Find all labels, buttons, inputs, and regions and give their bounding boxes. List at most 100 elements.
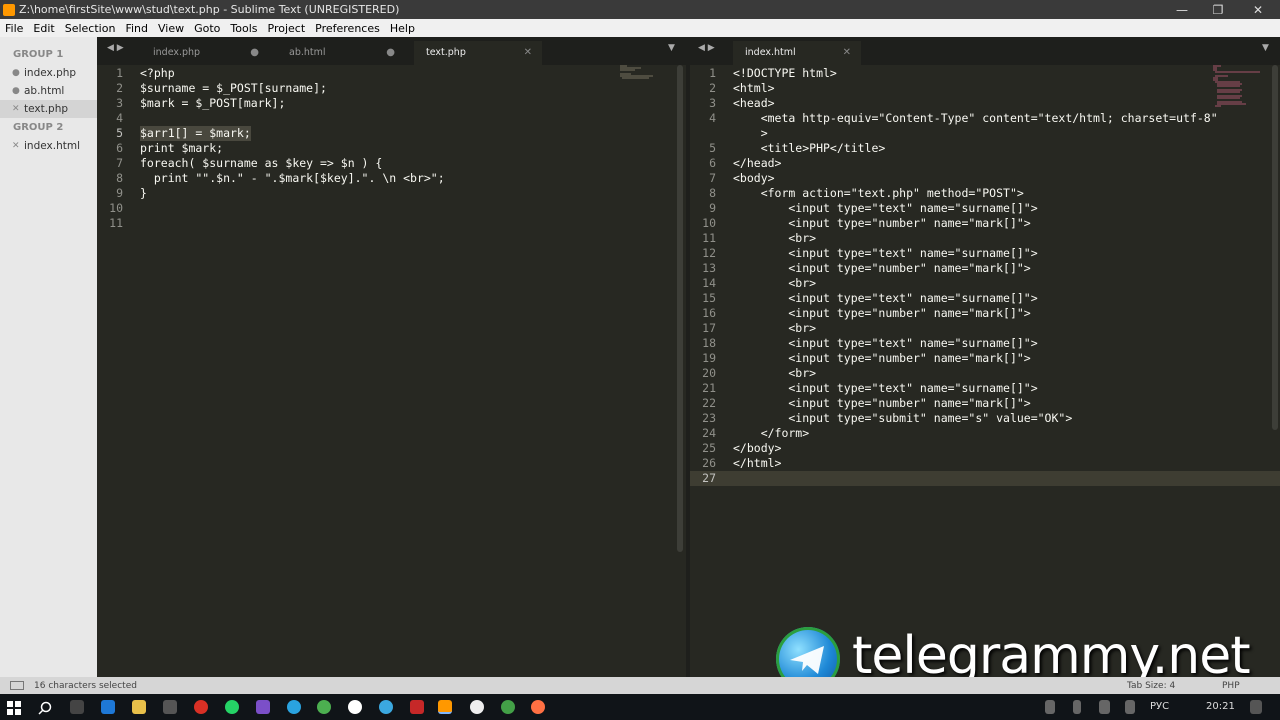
menu-selection[interactable]: Selection <box>60 22 121 35</box>
taskbar: РУС 20:21 <box>0 694 1280 720</box>
right-minimap[interactable] <box>1212 65 1262 109</box>
battery-icon[interactable] <box>1073 700 1081 714</box>
code-line: 17 <br> <box>702 321 817 335</box>
code-line: 6 </head> <box>709 156 782 170</box>
network-icon[interactable] <box>1099 700 1110 714</box>
code-line: 8 print "".$n." - ".$mark[$key].". \n <b… <box>116 171 445 185</box>
file-explorer-icon[interactable] <box>132 700 146 714</box>
group-2-header: GROUP 2 <box>13 122 64 133</box>
minimize-button[interactable]: — <box>1164 0 1200 19</box>
close-icon[interactable]: ✕ <box>843 41 851 65</box>
right-tab-bar: ◀ ▶ index.html ✕ ▼ <box>690 37 1280 65</box>
tab-list-dropdown-icon[interactable]: ▼ <box>1262 43 1269 53</box>
close-button[interactable]: ✕ <box>1240 0 1276 19</box>
tab-label: index.php <box>153 47 201 58</box>
sublime-taskbar-icon[interactable] <box>438 700 452 714</box>
status-bar: 16 characters selected Tab Size: 4 PHP <box>0 677 1280 694</box>
menu-find[interactable]: Find <box>120 22 153 35</box>
code-line: 1 <!DOCTYPE html> <box>709 66 837 80</box>
yandex-icon[interactable] <box>348 700 362 714</box>
menu-preferences[interactable]: Preferences <box>310 22 385 35</box>
console-toggle-icon[interactable] <box>10 681 24 690</box>
tab-text-php[interactable]: text.php ✕ <box>414 41 542 65</box>
skype-icon[interactable] <box>379 700 393 714</box>
utorrent-icon[interactable] <box>501 700 515 714</box>
sidebar-item-ab-html[interactable]: ● ab.html <box>0 82 97 100</box>
code-line-wrapped: > <box>733 126 768 140</box>
code-line: 9 <input type="text" name="surname[]"> <box>709 201 1038 215</box>
menu-project[interactable]: Project <box>263 22 311 35</box>
tab-nav-arrows[interactable]: ◀ ▶ <box>698 43 715 53</box>
visual-studio-icon[interactable] <box>256 700 270 714</box>
left-editor-pane[interactable]: 1 <?php 2 $surname = $_POST[surname]; 3 $ma… <box>97 65 686 677</box>
code-line-selected: 5 $arr1[] = $mark; <box>116 126 251 141</box>
telegram-icon[interactable] <box>287 700 301 714</box>
store-icon[interactable] <box>163 700 177 714</box>
sidebar-item-text-php[interactable]: ✕ text.php <box>0 100 97 118</box>
search-icon[interactable] <box>38 700 52 715</box>
tab-list-dropdown-icon[interactable]: ▼ <box>668 43 675 53</box>
code-line: 10 <input type="number" name="mark[]"> <box>702 216 1031 230</box>
right-scrollbar[interactable] <box>1272 65 1278 430</box>
dirty-dot-icon[interactable]: ● <box>250 41 259 65</box>
sidebar-item-label: index.html <box>24 140 80 152</box>
clock[interactable]: 20:21 <box>1206 694 1235 720</box>
chrome-icon[interactable] <box>317 700 331 714</box>
input-language[interactable]: РУС <box>1150 694 1169 720</box>
menu-tools[interactable]: Tools <box>225 22 262 35</box>
close-icon[interactable]: ✕ <box>12 100 20 118</box>
cloud-icon[interactable] <box>470 700 484 714</box>
windows-start-icon[interactable] <box>7 700 21 715</box>
left-minimap[interactable] <box>619 65 657 79</box>
tab-nav-arrows[interactable]: ◀ ▶ <box>107 43 124 53</box>
code-line: 18 <input type="text" name="surname[]"> <box>702 336 1038 350</box>
edge-icon[interactable] <box>101 700 115 714</box>
menu-goto[interactable]: Goto <box>189 22 225 35</box>
close-icon[interactable]: ✕ <box>12 137 20 155</box>
close-icon[interactable]: ✕ <box>524 41 532 65</box>
code-line: 3 $mark = $_POST[mark]; <box>116 96 286 110</box>
left-scrollbar[interactable] <box>677 65 683 552</box>
whatsapp-icon[interactable] <box>225 700 239 714</box>
speaker-icon[interactable] <box>1045 700 1055 714</box>
sidebar-item-label: text.php <box>24 103 69 115</box>
sidebar-item-index-php[interactable]: ● index.php <box>0 64 97 82</box>
code-line: 26 </html> <box>702 456 782 470</box>
notification-icon[interactable] <box>1125 700 1135 714</box>
dirty-dot-icon: ● <box>12 86 20 96</box>
tab-index-php[interactable]: index.php ● <box>141 41 269 65</box>
sidebar-item-label: index.php <box>24 67 77 79</box>
restore-button[interactable]: ❐ <box>1200 0 1236 19</box>
code-line: 7 <body> <box>709 171 775 185</box>
code-line: 2 $surname = $_POST[surname]; <box>116 81 327 95</box>
sidebar-item-index-html[interactable]: ✕ index.html <box>0 137 97 155</box>
code-line: 4 <box>116 111 123 125</box>
title-bar: Z:\home\firstSite\www\stud\text.php - Su… <box>0 0 1280 19</box>
code-line: 6 print $mark; <box>116 141 224 155</box>
dirty-dot-icon: ● <box>12 68 20 78</box>
tab-index-html[interactable]: index.html ✕ <box>733 41 861 65</box>
tab-size-status[interactable]: Tab Size: 4 <box>1127 681 1175 691</box>
menu-bar: File Edit Selection Find View Goto Tools… <box>0 19 1280 37</box>
task-view-icon[interactable] <box>70 700 84 714</box>
dirty-dot-icon[interactable]: ● <box>386 41 395 65</box>
code-line-current: 27 <box>690 471 1280 486</box>
action-center-icon[interactable] <box>1250 700 1262 714</box>
code-line: 22 <input type="number" name="mark[]"> <box>702 396 1031 410</box>
sidebar: GROUP 1 ● index.php ● ab.html ✕ text.php… <box>0 37 97 677</box>
app-t-icon[interactable] <box>194 700 208 714</box>
code-line: 23 <input type="submit" name="s" value="… <box>702 411 1073 425</box>
code-line: 1 <?php <box>116 66 175 80</box>
tab-ab-html[interactable]: ab.html ● <box>277 41 405 65</box>
menu-view[interactable]: View <box>153 22 189 35</box>
tab-label: index.html <box>745 47 796 58</box>
firefox-icon[interactable] <box>531 700 545 714</box>
syntax-status[interactable]: PHP <box>1222 681 1240 691</box>
menu-help[interactable]: Help <box>385 22 420 35</box>
app-w-icon[interactable] <box>410 700 424 714</box>
menu-edit[interactable]: Edit <box>28 22 59 35</box>
group-1-header: GROUP 1 <box>13 49 64 60</box>
code-line: 4 <meta http-equiv="Content-Type" conten… <box>709 111 1218 125</box>
right-editor-pane[interactable]: 1 <!DOCTYPE html> 2 <html> 3 <head> 4 <meta… <box>690 65 1280 677</box>
menu-file[interactable]: File <box>0 22 28 35</box>
